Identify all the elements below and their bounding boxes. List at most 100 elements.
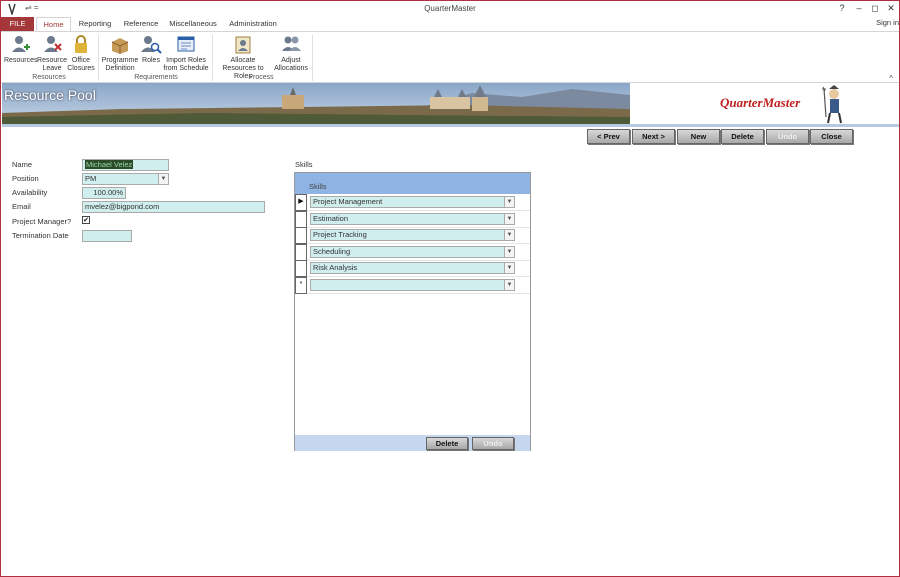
people-adjust-icon — [282, 36, 301, 51]
import-roles-label-1: Import Roles — [166, 57, 206, 64]
record-selector[interactable] — [295, 227, 307, 244]
chevron-down-icon[interactable]: ▼ — [504, 197, 514, 207]
group-separator — [98, 35, 99, 81]
resource-leave-label-2: Leave — [42, 65, 62, 72]
logo-area: QuarterMaster — [630, 83, 899, 126]
position-combo[interactable]: PM ▼ — [82, 173, 169, 185]
resources-button[interactable]: Resources — [4, 34, 38, 65]
new-record-button[interactable]: New — [677, 129, 720, 144]
skill-value: Project Tracking — [313, 230, 367, 239]
resources-label: Resources — [4, 57, 38, 64]
prev-record-button[interactable]: < Prev — [587, 129, 630, 144]
help-button[interactable]: ? — [835, 3, 849, 13]
person-search-icon — [141, 36, 162, 54]
skill-combo[interactable]: Scheduling ▼ — [310, 246, 515, 258]
record-selector[interactable] — [295, 211, 307, 228]
group-separator — [312, 35, 313, 81]
adjust-allocations-button[interactable]: Adjust Allocations — [273, 34, 309, 73]
app-logo: QuarterMaster — [720, 95, 801, 110]
collapse-ribbon-button[interactable]: ^ — [889, 74, 893, 83]
chevron-down-icon[interactable]: ▼ — [504, 263, 514, 273]
close-form-button[interactable]: Close — [810, 129, 853, 144]
roles-button[interactable]: Roles — [140, 34, 162, 65]
skills-column-header: Skills — [295, 173, 530, 194]
name-field[interactable]: Michael Velez — [82, 159, 169, 171]
adjust-label-1: Adjust — [281, 57, 301, 64]
skills-header-label: Skills — [309, 182, 327, 191]
allocate-label-1: Allocate — [230, 57, 256, 64]
roles-label: Roles — [142, 57, 160, 64]
skill-value: Estimation — [313, 214, 349, 223]
skill-value: Project Management — [313, 197, 383, 206]
office-closures-label-1: Office — [71, 57, 91, 64]
box-icon — [111, 38, 129, 54]
email-label: Email — [12, 202, 31, 211]
skill-combo[interactable]: Project Management ▼ — [310, 196, 515, 208]
resource-leave-button[interactable]: Resource Leave — [37, 34, 67, 73]
row-divider — [307, 293, 530, 294]
import-roles-label-2: from Schedule — [163, 65, 209, 72]
record-selector[interactable] — [295, 244, 307, 261]
office-closures-button[interactable]: Office Closures — [67, 34, 95, 73]
row-divider — [307, 260, 530, 261]
project-manager-checkbox[interactable]: ✔ — [82, 216, 90, 224]
termination-date-field[interactable] — [82, 230, 132, 242]
group-label-resources: Resources — [32, 74, 66, 81]
mascot-icon — [822, 85, 842, 124]
skills-section-label: Skills — [295, 160, 313, 169]
name-value: Michael Velez — [85, 160, 134, 169]
name-label: Name — [12, 160, 33, 169]
tab-home[interactable]: Home — [36, 17, 71, 32]
programme-definition-label-2: Definition — [105, 65, 135, 72]
delete-skill-button[interactable]: Delete — [426, 437, 468, 450]
ribbon-tabs: FILE Home Reporting Reference Miscellane… — [1, 17, 899, 32]
skill-combo[interactable]: Estimation ▼ — [310, 213, 515, 225]
group-separator — [212, 35, 213, 81]
record-selector[interactable] — [295, 260, 307, 277]
chevron-down-icon[interactable]: ▼ — [504, 247, 514, 257]
close-window-button[interactable]: ✕ — [884, 3, 898, 14]
minimize-button[interactable]: – — [852, 3, 866, 13]
position-label: Position — [12, 174, 39, 183]
chevron-down-icon[interactable]: ▼ — [504, 214, 514, 224]
tab-reference[interactable]: Reference — [120, 17, 162, 31]
office-closures-label-2: Closures — [67, 65, 95, 72]
skill-combo[interactable]: Project Tracking ▼ — [310, 229, 515, 241]
group-label-requirements: Requirements — [134, 74, 178, 81]
termination-date-label: Termination Date — [12, 231, 69, 240]
record-selector-new[interactable]: * — [295, 277, 307, 294]
tab-file[interactable]: FILE — [1, 17, 34, 31]
availability-field[interactable]: 100.00% — [82, 187, 126, 199]
undo-button[interactable]: Undo — [766, 129, 809, 144]
email-field[interactable]: mvelez@bigpond.com — [82, 201, 265, 213]
tab-administration[interactable]: Administration — [226, 17, 280, 31]
chevron-down-icon[interactable]: ▼ — [504, 280, 514, 290]
undo-skill-button[interactable]: Undo — [472, 437, 514, 450]
delete-record-button[interactable]: Delete — [721, 129, 764, 144]
position-value: PM — [85, 174, 97, 183]
skill-combo[interactable]: Risk Analysis ▼ — [310, 262, 515, 274]
import-roles-button[interactable]: Import Roles from Schedule — [163, 34, 209, 73]
person-add-icon — [12, 36, 30, 52]
row-divider — [307, 210, 530, 211]
tab-reporting[interactable]: Reporting — [75, 17, 115, 31]
availability-label: Availability — [12, 188, 48, 197]
restore-button[interactable]: ◻ — [868, 3, 882, 14]
programme-definition-button[interactable]: Programme Definition — [101, 34, 139, 73]
row-divider — [307, 276, 530, 277]
form-banner: Resource Pool QuarterMaster — [2, 83, 899, 127]
sign-in-link[interactable]: Sign in — [876, 18, 899, 27]
skill-value: Risk Analysis — [313, 263, 358, 272]
chevron-down-icon[interactable]: ▼ — [158, 174, 168, 184]
lock-icon — [75, 35, 87, 53]
app-window: ⇌ = QuarterMaster ? – ◻ ✕ FILE Home Repo… — [0, 0, 900, 577]
tab-miscellaneous[interactable]: Miscellaneous — [167, 17, 219, 31]
row-divider — [307, 243, 530, 244]
landscape-image — [2, 83, 630, 126]
next-record-button[interactable]: Next > — [632, 129, 675, 144]
row-divider — [307, 227, 530, 228]
record-selector-current[interactable]: ▶ — [295, 194, 307, 211]
skill-combo-new[interactable]: ▼ — [310, 279, 515, 291]
banner-photo: Resource Pool — [2, 83, 630, 126]
chevron-down-icon[interactable]: ▼ — [504, 230, 514, 240]
